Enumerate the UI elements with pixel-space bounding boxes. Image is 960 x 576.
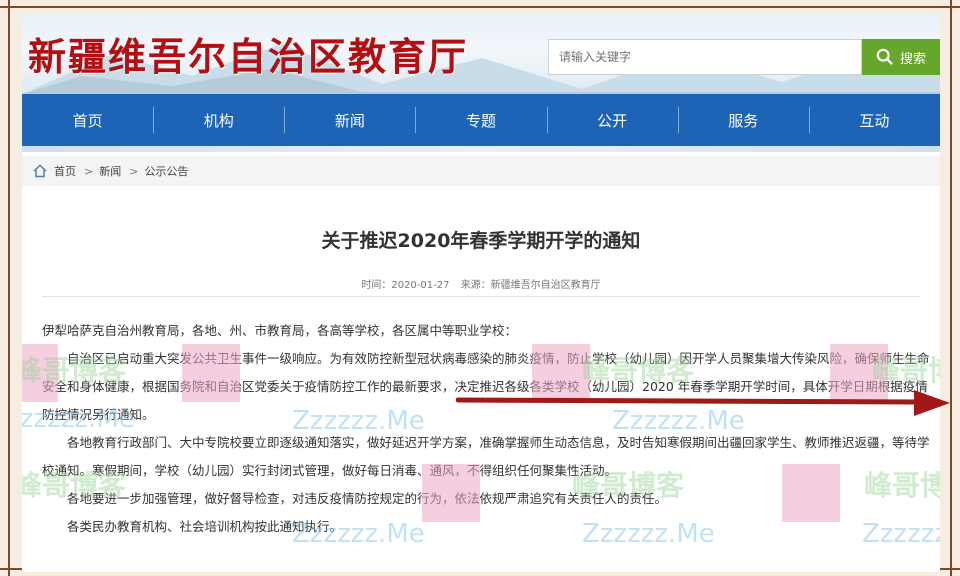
nav-decoration-strip	[22, 146, 940, 152]
article-paragraph: 各地要进一步加强管理，做好督导检查，对违反疫情防控规定的行为，依法依规严肃追究有…	[67, 491, 668, 506]
search-button-label: 搜索	[899, 51, 926, 67]
search-button[interactable]: 搜索	[862, 39, 940, 75]
meta-divider	[42, 296, 920, 297]
breadcrumb-news[interactable]: 新闻	[99, 163, 121, 179]
article-title: 关于推迟2020年春季学期开学的通知	[321, 230, 641, 252]
nav-item-services[interactable]: 服务	[677, 94, 809, 146]
search-box	[548, 39, 862, 75]
nav-item-news[interactable]: 新闻	[284, 94, 415, 146]
main-nav: 首页 机构 新闻 专题 公开 服务 互动	[22, 94, 940, 146]
web-page: 新疆维吾尔自治区教育厅 搜索 首页 机构 新闻 专题 公开 服务 互动 首页 >…	[22, 14, 940, 572]
nav-item-public[interactable]: 公开	[546, 94, 678, 146]
article-time: 时间：2020-01-27	[361, 280, 450, 291]
nav-item-topics[interactable]: 专题	[415, 94, 546, 146]
article-salutation: 伊犁哈萨克自治州教育局，各地、州、市教育局，各高等学校，各区属中等职业学校：	[42, 323, 518, 338]
article-paragraph: 各类民办教育机构、社会培训机构按此通知执行。	[67, 519, 343, 534]
breadcrumb-announcements[interactable]: 公示公告	[144, 163, 188, 179]
home-icon[interactable]	[32, 163, 48, 179]
nav-item-organization[interactable]: 机构	[153, 94, 284, 146]
article-meta: 时间：2020-01-27 来源：新疆维吾尔自治区教育厅	[22, 276, 940, 291]
article-body: 伊犁哈萨克自治州教育局，各地、州、市教育局，各高等学校，各区属中等职业学校： 自…	[42, 317, 932, 541]
article-source: 来源：新疆维吾尔自治区教育厅	[460, 280, 601, 291]
article-paragraph: 各地教育行政部门、大中专院校要立即逐级通知落实，做好延迟开学方案，准确掌握师生动…	[42, 435, 930, 478]
nav-item-home[interactable]: 首页	[22, 94, 153, 146]
header-banner: 新疆维吾尔自治区教育厅 搜索	[22, 14, 940, 94]
breadcrumb-separator: >	[129, 164, 139, 178]
article-paragraph: 自治区已启动重大突发公共卫生事件一级响应。为有效防控新型冠状病毒感染的肺炎疫情，…	[42, 351, 930, 422]
breadcrumb: 首页 > 新闻 > 公示公告	[22, 156, 940, 186]
search-icon	[876, 48, 894, 66]
site-title[interactable]: 新疆维吾尔自治区教育厅	[28, 26, 468, 81]
nav-item-interaction[interactable]: 互动	[808, 94, 940, 146]
breadcrumb-separator: >	[84, 164, 94, 178]
search-input[interactable]	[549, 40, 861, 74]
breadcrumb-home[interactable]: 首页	[54, 163, 76, 179]
